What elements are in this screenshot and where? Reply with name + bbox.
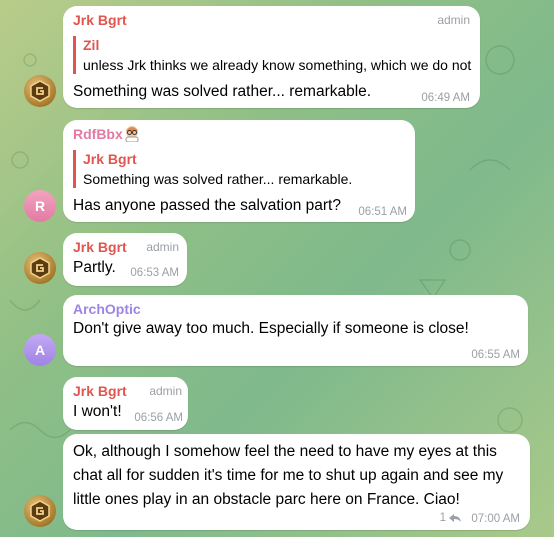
logo-icon bbox=[30, 500, 50, 522]
message-bubble[interactable]: Jrk Bgrt admin Partly. 06:53 AM bbox=[63, 233, 187, 286]
message-text: Something was solved rather... remarkabl… bbox=[73, 83, 372, 100]
message-text: Partly. bbox=[73, 259, 116, 276]
reply-text: unless Jrk thinks we already know someth… bbox=[83, 57, 472, 73]
avatar[interactable] bbox=[24, 495, 56, 527]
logo-icon bbox=[30, 257, 50, 279]
message-time: 06:55 AM bbox=[471, 349, 520, 361]
avatar[interactable] bbox=[24, 252, 56, 284]
message-time: 07:00 AM bbox=[471, 513, 520, 525]
reply-sender: Jrk Bgrt bbox=[83, 151, 137, 167]
message-bubble[interactable]: Jrk Bgrt admin Zil unless Jrk thinks we … bbox=[63, 6, 480, 108]
sender-name[interactable]: Jrk Bgrt bbox=[73, 383, 127, 399]
sender-name[interactable]: ArchOptic bbox=[73, 301, 141, 317]
reply-quote[interactable]: Jrk Bgrt Something was solved rather... … bbox=[73, 150, 352, 188]
message-text: I won't! bbox=[73, 403, 122, 420]
admin-badge: admin bbox=[149, 384, 182, 398]
avatar[interactable]: A bbox=[24, 334, 56, 366]
message-time: 06:53 AM bbox=[130, 267, 179, 279]
reply-sender: Zil bbox=[83, 37, 100, 53]
message-text: Has anyone passed the salvation part? bbox=[73, 197, 341, 214]
message-bubble[interactable]: RdfBbx Jrk Bgrt Something was solved rat… bbox=[63, 120, 415, 222]
message-bubble[interactable]: Jrk Bgrt admin I won't! 06:56 AM bbox=[63, 377, 188, 430]
reply-count-number: 1 bbox=[439, 512, 446, 524]
message-bubble[interactable]: ArchOptic Don't give away too much. Espe… bbox=[63, 295, 528, 366]
logo-icon bbox=[30, 80, 50, 102]
reply-count[interactable]: 1 bbox=[440, 512, 462, 524]
admin-badge: admin bbox=[146, 240, 179, 254]
sender-name[interactable]: Jrk Bgrt bbox=[73, 239, 127, 255]
sender-name[interactable]: RdfBbx bbox=[73, 126, 123, 142]
reply-quote[interactable]: Zil unless Jrk thinks we already know so… bbox=[73, 36, 471, 74]
reply-text: Something was solved rather... remarkabl… bbox=[83, 171, 353, 187]
avatar[interactable]: R bbox=[24, 190, 56, 222]
sender-emoji bbox=[123, 124, 141, 145]
message-time: 06:56 AM bbox=[134, 412, 183, 424]
message-bubble[interactable]: Ok, although I somehow feel the need to … bbox=[63, 434, 530, 530]
avatar[interactable] bbox=[24, 75, 56, 107]
scientist-icon bbox=[125, 126, 139, 143]
message-time: 06:51 AM bbox=[358, 206, 407, 218]
message-text: Ok, although I somehow feel the need to … bbox=[73, 443, 504, 508]
message-text: Don't give away too much. Especially if … bbox=[73, 320, 469, 337]
message-time: 06:49 AM bbox=[421, 92, 470, 104]
sender-name[interactable]: Jrk Bgrt bbox=[73, 12, 127, 28]
admin-badge: admin bbox=[437, 13, 470, 27]
reply-arrow-icon bbox=[449, 514, 461, 522]
